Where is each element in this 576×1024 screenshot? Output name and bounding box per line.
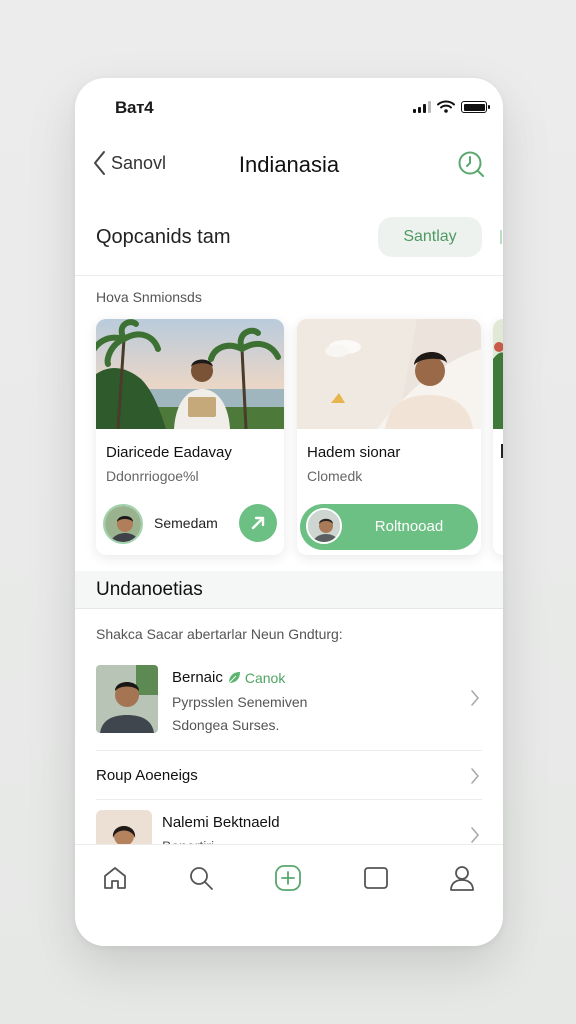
square-icon <box>364 867 388 889</box>
list-item-line1: Pyrpsslen Senemiven <box>172 694 308 710</box>
card-photo <box>96 319 284 429</box>
scroll-hint <box>500 230 502 244</box>
avatar <box>103 504 143 544</box>
card-name: Hadem sionar <box>307 444 401 461</box>
card-peek-text <box>501 444 503 458</box>
chevron-right-icon <box>471 827 480 843</box>
card-role: Ddonrriogoe%l <box>106 468 199 484</box>
page-title: Indianasia <box>238 152 340 177</box>
open-card-button[interactable] <box>239 504 277 542</box>
section-header: Qopcanids tam Santlay <box>75 200 503 276</box>
featured-card[interactable]: Hadem sionar Clomedk Roltnooad <box>297 319 481 555</box>
card-action-label: Roltnooad <box>374 518 444 535</box>
wifi-icon <box>437 100 455 113</box>
list-item-title: Roup Aoeneigs <box>96 767 198 784</box>
timer-button[interactable] <box>457 150 485 183</box>
chevron-right-icon <box>471 690 480 706</box>
list-item-photo <box>96 665 158 733</box>
list-item[interactable]: Bernaic Canok Pyrpsslen Senemiven Sdonge… <box>96 653 482 751</box>
list-section-header: Undanoetias <box>75 571 503 609</box>
card-name: Diaricede Eadavay <box>106 444 232 461</box>
home-icon <box>104 867 126 889</box>
status-icons <box>413 100 490 113</box>
section-title: Qopcanids tam <box>96 226 231 248</box>
list-item-name: Nalemi Bektnaeld <box>162 814 280 831</box>
chevron-right-icon <box>471 768 480 784</box>
tab-profile[interactable] <box>442 861 482 895</box>
status-time: Baт4 <box>115 98 154 117</box>
card-role: Clomedk <box>307 468 363 484</box>
timer-icon <box>458 151 484 177</box>
list-item-name: Bernaic <box>172 669 223 686</box>
card-action-button[interactable]: Roltnooad <box>300 504 478 550</box>
featured-label: Hova Snmionsds <box>96 289 202 305</box>
arrow-up-right-icon <box>251 516 265 530</box>
card-photo <box>297 319 481 429</box>
plus-icon <box>275 865 301 891</box>
list-item[interactable]: Roup Aoeneigs <box>96 751 482 800</box>
tab-library[interactable] <box>356 861 396 895</box>
tab-add[interactable] <box>268 861 308 895</box>
tab-home[interactable] <box>95 861 135 895</box>
card-person-name: Semedam <box>154 515 218 531</box>
card-photo <box>493 319 503 429</box>
profile-icon <box>450 866 474 891</box>
list-item-line2: Sdongea Surses. <box>172 717 280 733</box>
section-action-button[interactable]: Santlay <box>378 217 482 257</box>
signal-icon <box>413 101 431 113</box>
leaf-icon <box>228 671 240 683</box>
list-item-header: Bernaic Canok <box>172 669 285 686</box>
list-section-title: Undanoetias <box>96 579 203 600</box>
featured-card-peek[interactable] <box>493 319 503 555</box>
tab-search[interactable] <box>181 861 221 895</box>
search-icon <box>190 867 213 890</box>
tab-bar <box>75 844 503 946</box>
list-item-badge: Canok <box>244 669 286 686</box>
list-section-subtitle: Shakca Sacar abertarlar Neun Gndturg: <box>96 626 343 642</box>
battery-icon <box>461 101 490 113</box>
featured-card[interactable]: Diaricede Eadavay Ddonrriogoe%l Semedam <box>96 319 284 555</box>
phone-frame: Baт4 Sanovl Indianasia Qopcanids tam San… <box>75 78 503 946</box>
avatar <box>306 508 342 544</box>
